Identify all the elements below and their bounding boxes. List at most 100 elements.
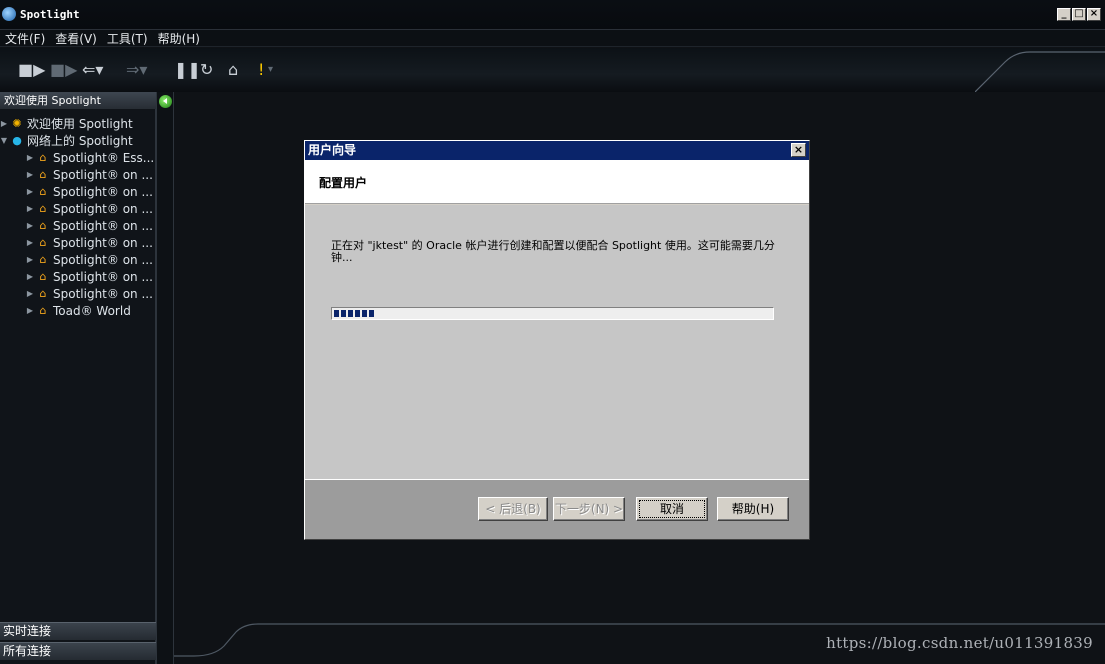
progress-fill — [334, 310, 374, 317]
title-bar: Spotlight _ □ × — [0, 0, 1105, 30]
progress-segment — [355, 310, 360, 317]
progress-bar — [331, 307, 774, 320]
spotlight-logo-icon — [2, 7, 16, 21]
house-icon: ⌂ — [39, 202, 47, 215]
toolbar-swoosh-decoration — [975, 51, 1105, 92]
tree-item-spotlight-on[interactable]: ▶ ⌂ Spotlight® on ... — [0, 251, 156, 268]
progress-segment — [341, 310, 346, 317]
tree-item-label: Spotlight® on ... — [53, 235, 153, 250]
tree-item-spotlight-on[interactable]: ▶ ⌂ Spotlight® on ... — [0, 234, 156, 251]
house-icon: ⌂ — [39, 304, 47, 317]
house-icon: ⌂ — [39, 151, 47, 164]
forward-icon[interactable]: ⇒▾ — [126, 60, 147, 79]
expand-arrow-icon[interactable]: ▶ — [26, 255, 34, 264]
expand-arrow-icon[interactable]: ▶ — [26, 272, 34, 281]
tree-item-network-spotlight[interactable]: ▼ ● 网络上的 Spotlight — [0, 132, 156, 149]
house-icon: ⌂ — [39, 219, 47, 232]
tree-item-welcome[interactable]: ▶ ✺ 欢迎使用 Spotlight — [0, 115, 156, 132]
tree-item-spotlight-on[interactable]: ▶ ⌂ Spotlight® on ... — [0, 183, 156, 200]
watermark-text: https://blog.csdn.net/u011391839 — [826, 634, 1093, 652]
tree-item-label: Spotlight® on ... — [53, 184, 153, 199]
house-icon: ⌂ — [39, 253, 47, 266]
expand-arrow-icon[interactable]: ▶ — [26, 153, 34, 162]
tree-item-spotlight-essentials[interactable]: ▶ ⌂ Spotlight® Ess... — [0, 149, 156, 166]
dialog-body: 正在对 "jktest" 的 Oracle 帐户进行创建和配置以便配合 Spot… — [305, 205, 809, 479]
dialog-heading: 配置用户 — [319, 176, 368, 190]
pause-icon[interactable]: ❚❚ — [174, 60, 201, 79]
back-button[interactable]: < 后退(B) — [478, 497, 548, 521]
navigation-panel: 欢迎使用 Spotlight ▶ ✺ 欢迎使用 Spotlight ▼ ● 网络… — [0, 92, 156, 664]
toolbar: ■▶ ■▶ ⇐▾ ⇒▾ ❚❚ ↻ ⌂ ! ▾ — [0, 48, 1105, 92]
navigation-tree: ▶ ✺ 欢迎使用 Spotlight ▼ ● 网络上的 Spotlight ▶ … — [0, 115, 156, 319]
tree-item-label: Spotlight® Ess... — [53, 150, 155, 165]
disconnect-icon[interactable]: ■▶ — [50, 60, 77, 79]
collapse-panel-icon[interactable] — [159, 95, 172, 108]
expand-arrow-icon[interactable]: ▶ — [26, 221, 34, 230]
alert-icon[interactable]: ! — [258, 60, 264, 79]
expand-arrow-icon[interactable]: ▶ — [26, 238, 34, 247]
expand-arrow-icon[interactable]: ▶ — [26, 289, 34, 298]
dialog-header: 配置用户 — [305, 160, 809, 204]
progress-segment — [348, 310, 353, 317]
dialog-title: 用户向导 — [305, 141, 809, 160]
cancel-button[interactable]: 取消 — [636, 497, 708, 521]
home-icon[interactable]: ⌂ — [228, 60, 238, 79]
tree-item-label: 网络上的 Spotlight — [27, 134, 133, 148]
expand-arrow-icon[interactable]: ▶ — [0, 119, 8, 128]
help-button[interactable]: 帮助(H) — [717, 497, 789, 521]
house-icon: ⌂ — [39, 236, 47, 249]
progress-segment — [362, 310, 367, 317]
tree-item-label: Spotlight® on ... — [53, 167, 153, 182]
progress-segment — [369, 310, 374, 317]
close-icon[interactable]: × — [791, 143, 806, 157]
tree-item-label: Spotlight® on ... — [53, 269, 153, 284]
panel-splitter[interactable] — [156, 92, 174, 664]
tree-item-label: Spotlight® on ... — [53, 286, 153, 301]
navigation-panel-header: 欢迎使用 Spotlight — [0, 92, 156, 109]
menu-file[interactable]: 文件(F) — [0, 30, 50, 47]
menu-help[interactable]: 帮助(H) — [153, 30, 205, 47]
tree-item-spotlight-on[interactable]: ▶ ⌂ Spotlight® on ... — [0, 200, 156, 217]
menu-tools[interactable]: 工具(T) — [102, 30, 153, 47]
expand-arrow-icon[interactable]: ▶ — [26, 187, 34, 196]
status-message: 正在对 "jktest" 的 Oracle 帐户进行创建和配置以便配合 Spot… — [331, 239, 775, 264]
house-icon: ⌂ — [39, 185, 47, 198]
window-controls: _ □ × — [1057, 8, 1101, 21]
collapse-arrow-icon[interactable]: ▼ — [0, 136, 8, 145]
refresh-icon[interactable]: ↻ — [200, 60, 213, 79]
close-window-button[interactable]: × — [1087, 8, 1101, 21]
sun-icon: ✺ — [12, 117, 22, 130]
tree-item-label: Spotlight® on ... — [53, 252, 153, 267]
alert-dropdown-icon[interactable]: ▾ — [268, 64, 273, 75]
expand-arrow-icon[interactable]: ▶ — [26, 170, 34, 179]
house-icon: ⌂ — [39, 168, 47, 181]
expand-arrow-icon[interactable]: ▶ — [26, 306, 34, 315]
tree-item-spotlight-on[interactable]: ▶ ⌂ Spotlight® on ... — [0, 285, 156, 302]
tab-live-connections[interactable]: 实时连接 — [0, 622, 156, 640]
title-row: Spotlight — [0, 6, 80, 22]
dialog-footer: < 后退(B) 下一步(N) > 取消 帮助(H) — [305, 479, 809, 539]
expand-arrow-icon[interactable]: ▶ — [26, 204, 34, 213]
maximize-button[interactable]: □ — [1072, 8, 1086, 21]
house-icon: ⌂ — [39, 270, 47, 283]
tree-item-spotlight-on[interactable]: ▶ ⌂ Spotlight® on ... — [0, 166, 156, 183]
progress-segment — [334, 310, 339, 317]
tree-item-label: Spotlight® on ... — [53, 218, 153, 233]
house-icon: ⌂ — [39, 287, 47, 300]
user-wizard-dialog: 用户向导 × 配置用户 正在对 "jktest" 的 Oracle 帐户进行创建… — [304, 140, 810, 540]
connect-icon[interactable]: ■▶ — [18, 60, 45, 79]
tree-item-label: Toad® World — [53, 303, 131, 318]
menu-bar: 文件(F) 查看(V) 工具(T) 帮助(H) — [0, 30, 1105, 47]
app-title: Spotlight — [20, 7, 80, 21]
globe-icon: ● — [12, 134, 22, 147]
menu-view[interactable]: 查看(V) — [50, 30, 102, 47]
tree-item-label: Spotlight® on ... — [53, 201, 153, 216]
tree-item-toad-world[interactable]: ▶ ⌂ Toad® World — [0, 302, 156, 319]
tree-item-spotlight-on[interactable]: ▶ ⌂ Spotlight® on ... — [0, 217, 156, 234]
tree-item-spotlight-on[interactable]: ▶ ⌂ Spotlight® on ... — [0, 268, 156, 285]
tab-all-connections[interactable]: 所有连接 — [0, 642, 156, 660]
minimize-button[interactable]: _ — [1057, 8, 1071, 21]
next-button[interactable]: 下一步(N) > — [553, 497, 625, 521]
tree-item-label: 欢迎使用 Spotlight — [27, 117, 133, 131]
back-icon[interactable]: ⇐▾ — [82, 60, 103, 79]
